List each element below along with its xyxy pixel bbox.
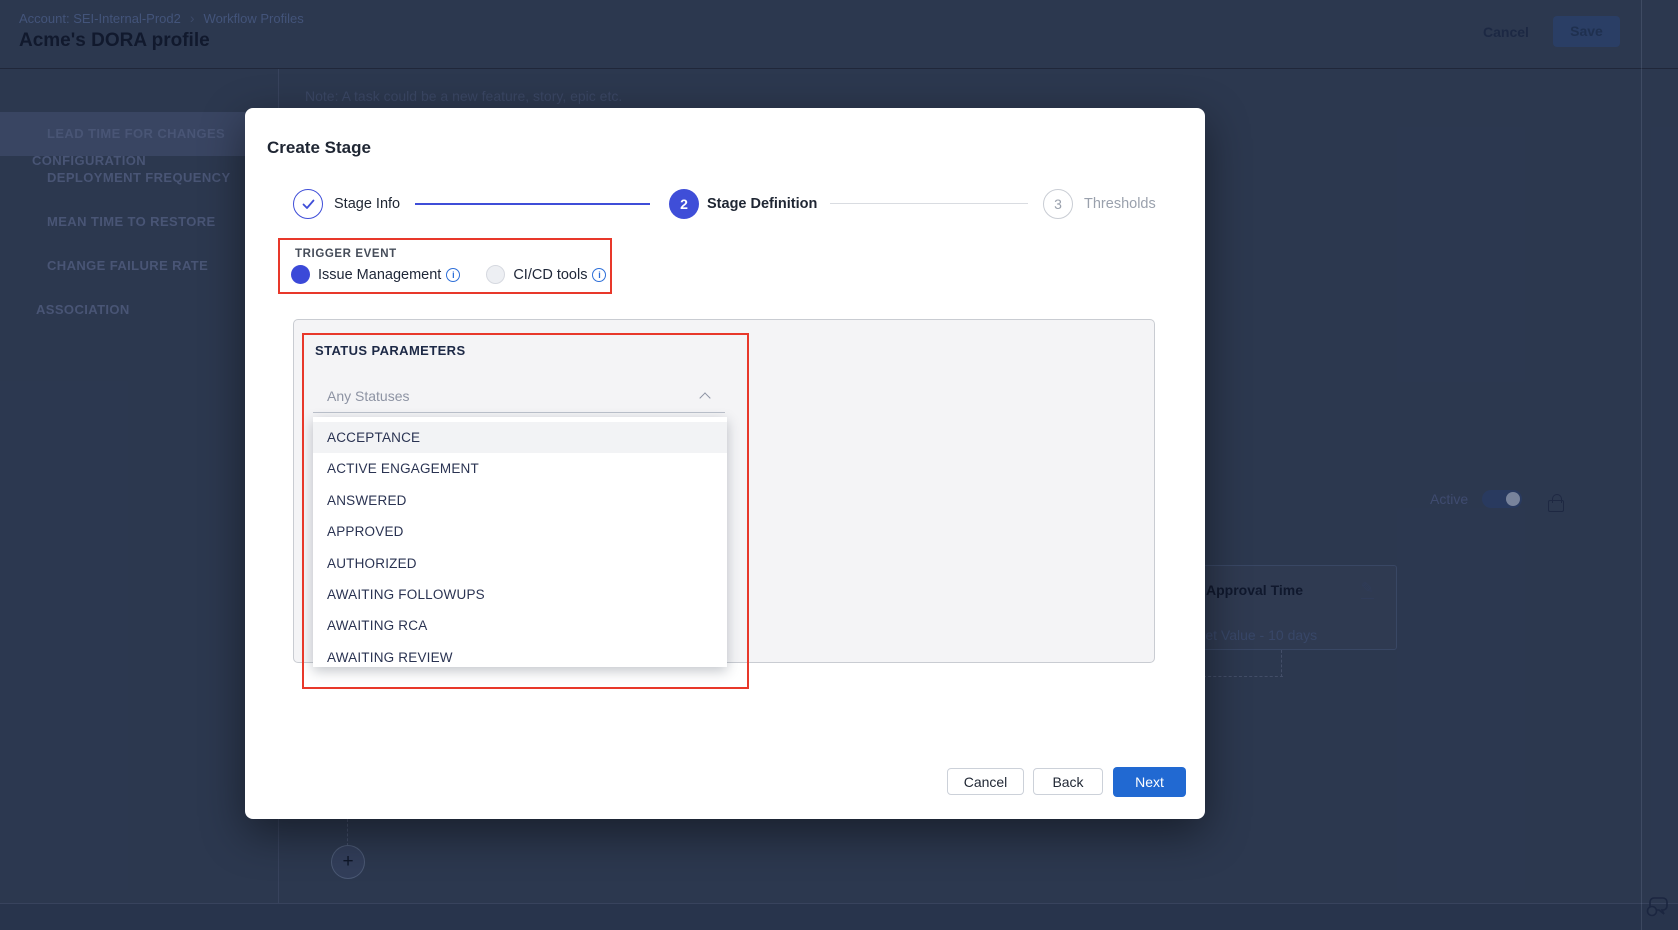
- radio-option-label: CI/CD tools: [513, 267, 587, 283]
- stepper-connector-upcoming: [830, 203, 1028, 204]
- step-2-label: Stage Definition: [707, 196, 817, 212]
- step-1-stage-info[interactable]: [293, 189, 323, 219]
- trigger-event-options: Issue Management i CI/CD tools i: [291, 265, 606, 284]
- status-option[interactable]: AWAITING FOLLOWUPS: [313, 579, 727, 610]
- modal-back-button[interactable]: Back: [1033, 768, 1103, 795]
- info-icon[interactable]: i: [592, 268, 606, 282]
- radio-selected-icon[interactable]: [291, 265, 310, 284]
- statuses-dropdown-value: Any Statuses: [327, 388, 410, 404]
- stepper-connector-complete: [415, 203, 650, 205]
- chevron-up-icon: [699, 392, 710, 403]
- radio-unselected-icon[interactable]: [486, 265, 505, 284]
- step-3-label: Thresholds: [1084, 196, 1156, 212]
- modal-cancel-button[interactable]: Cancel: [947, 768, 1024, 795]
- statuses-dropdown-panel: ACCEPTANCEACTIVE ENGAGEMENTANSWEREDAPPRO…: [313, 417, 727, 667]
- status-option[interactable]: ACCEPTANCE: [313, 422, 727, 453]
- screen: Account: SEI-Internal-Prod2 › Workflow P…: [0, 0, 1678, 930]
- check-icon: [302, 199, 315, 210]
- statuses-dropdown-input[interactable]: Any Statuses: [313, 380, 725, 413]
- radio-option-label: Issue Management: [318, 267, 441, 283]
- status-option[interactable]: ANSWERED: [313, 485, 727, 516]
- radio-option-issue-management[interactable]: Issue Management i: [291, 265, 460, 284]
- status-option[interactable]: AUTHORIZED: [313, 548, 727, 579]
- step-3-thresholds[interactable]: 3: [1043, 189, 1073, 219]
- create-stage-modal: Create Stage Stage Info 2 Stage Definiti…: [245, 108, 1205, 819]
- trigger-event-label: TRIGGER EVENT: [295, 248, 397, 260]
- step-2-stage-definition[interactable]: 2: [669, 189, 699, 219]
- radio-option-cicd-tools[interactable]: CI/CD tools i: [486, 265, 606, 284]
- status-option[interactable]: ACTIVE ENGAGEMENT: [313, 453, 727, 484]
- step-2-number: 2: [680, 196, 688, 212]
- status-option[interactable]: AWAITING REVIEW: [313, 642, 727, 667]
- modal-next-button[interactable]: Next: [1113, 767, 1186, 797]
- step-3-number: 3: [1054, 196, 1062, 212]
- step-1-label: Stage Info: [334, 196, 400, 212]
- status-parameters-label: STATUS PARAMETERS: [315, 343, 466, 358]
- info-icon[interactable]: i: [446, 268, 460, 282]
- modal-title: Create Stage: [267, 138, 371, 158]
- status-option[interactable]: APPROVED: [313, 516, 727, 547]
- status-option[interactable]: AWAITING RCA: [313, 610, 727, 641]
